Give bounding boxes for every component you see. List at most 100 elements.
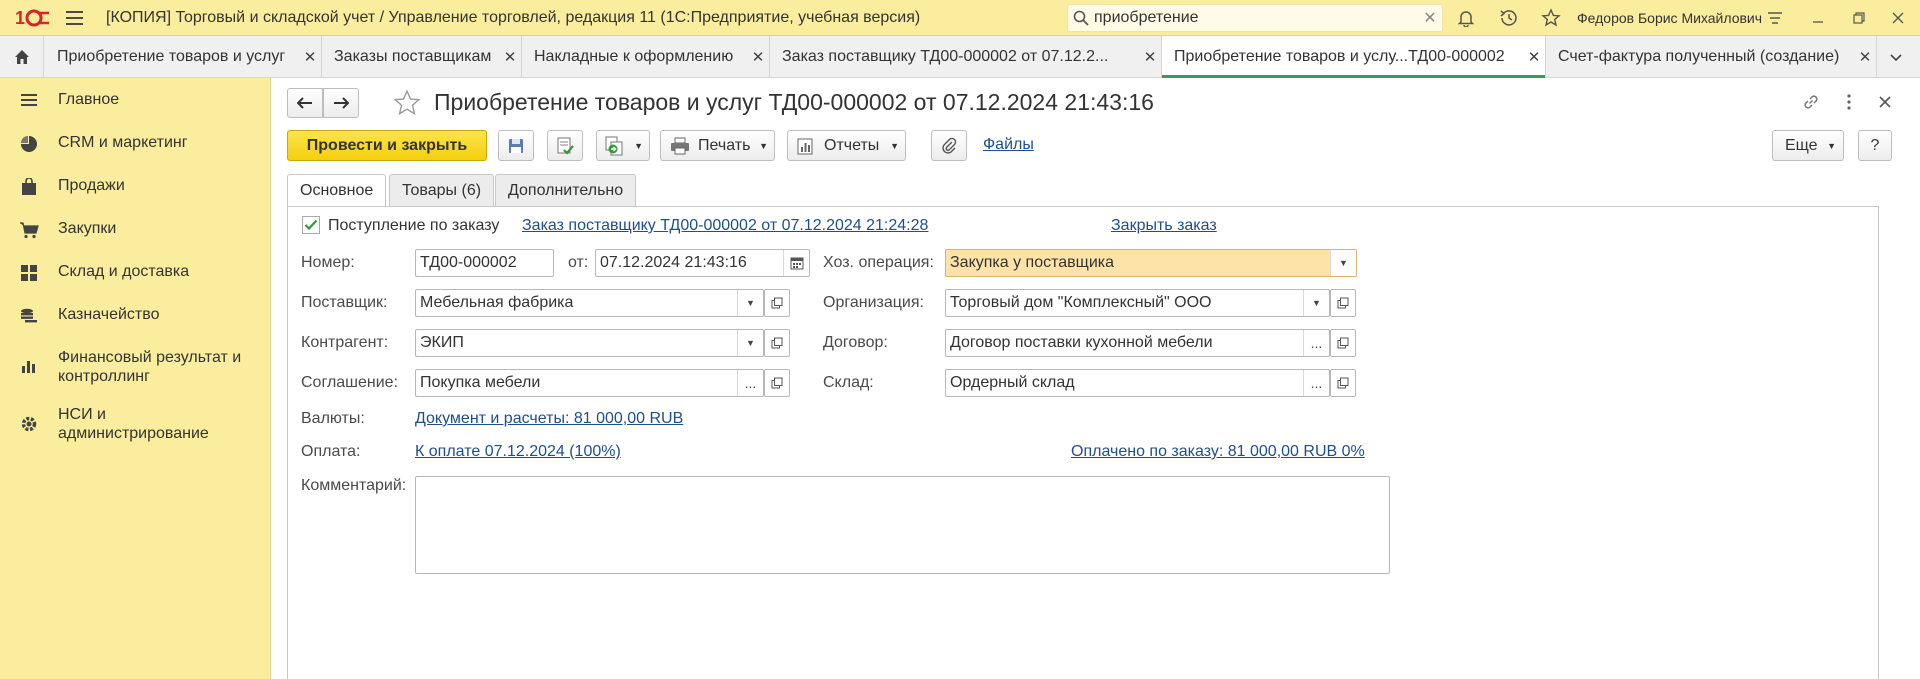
- back-button[interactable]: [287, 88, 323, 118]
- close-tab-icon[interactable]: ✕: [747, 48, 769, 66]
- section-treasury[interactable]: Казначейство: [0, 305, 271, 325]
- section-purchases[interactable]: Закупки: [0, 219, 271, 239]
- tab-label: Накладные к оформлению: [534, 47, 734, 65]
- close-window-icon[interactable]: [1884, 4, 1912, 32]
- open-organization-icon[interactable]: [1330, 289, 1356, 317]
- date-field[interactable]: 07.12.2024 21:43:16: [595, 249, 810, 277]
- window-tab-purchases-list[interactable]: Приобретение товаров и услуг ✕: [45, 36, 322, 77]
- settings-menu-icon[interactable]: [1761, 4, 1789, 32]
- select-ellipsis-icon[interactable]: ...: [1303, 330, 1329, 356]
- dropdown-arrow-icon[interactable]: ▼: [737, 290, 763, 316]
- payment-schedule-link[interactable]: К оплате 07.12.2024 (100%): [415, 443, 621, 461]
- agreement-value: Покупка мебели: [420, 374, 541, 391]
- save-button[interactable]: [498, 130, 534, 161]
- main-menu-icon[interactable]: [54, 0, 94, 36]
- more-actions-button[interactable]: Еще ▼: [1772, 130, 1844, 161]
- from-label: от:: [568, 254, 589, 271]
- favorite-star-icon[interactable]: [392, 88, 422, 118]
- forward-button[interactable]: [323, 88, 359, 118]
- agreement-field[interactable]: Покупка мебели ...: [415, 369, 764, 397]
- more-vertical-icon[interactable]: [1838, 91, 1860, 113]
- window-tab-purchase-document[interactable]: Приобретение товаров и услу...ТД00-00000…: [1162, 36, 1546, 78]
- window-tab-invoice-received[interactable]: Счет-фактура полученный (создание) ✕: [1546, 36, 1877, 77]
- paid-by-order-link[interactable]: Оплачено по заказу: 81 000,00 RUB 0%: [1071, 443, 1365, 461]
- counterparty-field[interactable]: ЭКИП ▼: [415, 329, 764, 357]
- close-form-icon[interactable]: [1874, 91, 1896, 113]
- 1c-logo[interactable]: 1: [10, 0, 54, 36]
- print-button[interactable]: Печать ▼: [660, 130, 775, 161]
- close-order-link[interactable]: Закрыть заказ: [1111, 217, 1217, 235]
- section-admin[interactable]: НСИ и администрирование: [0, 405, 271, 443]
- close-tab-icon[interactable]: ✕: [299, 48, 321, 66]
- post-document-icon: [557, 137, 574, 155]
- warehouse-value: Ордерный склад: [950, 374, 1075, 391]
- sections-panel: Главное CRM и маркетинг Продажи Закупки …: [0, 78, 271, 679]
- supplier-field[interactable]: Мебельная фабрика ▼: [415, 289, 764, 317]
- calendar-icon[interactable]: [783, 250, 809, 276]
- select-ellipsis-icon[interactable]: ...: [1303, 370, 1329, 396]
- search-input[interactable]: [1094, 9, 1418, 27]
- section-main[interactable]: Главное: [0, 90, 271, 109]
- warehouse-icon: [0, 262, 58, 282]
- arrow-left-icon: [297, 97, 312, 109]
- currency-settlements-link[interactable]: Документ и расчеты: 81 000,00 RUB: [415, 410, 683, 428]
- user-name[interactable]: Федоров Борис Михайлович: [1577, 10, 1762, 26]
- arrow-right-icon: [334, 97, 349, 109]
- supplier-value: Мебельная фабрика: [420, 294, 574, 311]
- dropdown-arrow-icon[interactable]: ▼: [1330, 250, 1356, 276]
- post-document-button[interactable]: [547, 130, 583, 161]
- help-button[interactable]: ?: [1858, 130, 1892, 161]
- tab-main[interactable]: Основное: [287, 174, 387, 207]
- organization-field[interactable]: Торговый дом "Комплексный" ООО ▼: [945, 289, 1330, 317]
- number-field[interactable]: ТД00-000002: [415, 249, 554, 277]
- open-counterparty-icon[interactable]: [764, 329, 790, 357]
- home-tab[interactable]: [0, 36, 44, 77]
- select-ellipsis-icon[interactable]: ...: [737, 370, 763, 396]
- section-warehouse[interactable]: Склад и доставка: [0, 262, 271, 282]
- close-tab-icon[interactable]: ✕: [499, 48, 521, 66]
- create-based-on-button[interactable]: ▼: [596, 130, 650, 161]
- dropdown-arrow-icon[interactable]: ▼: [737, 330, 763, 356]
- close-tab-icon[interactable]: ✕: [1139, 48, 1161, 66]
- bell-icon[interactable]: [1452, 4, 1480, 32]
- by-order-checkbox[interactable]: [302, 216, 320, 234]
- supplier-order-link[interactable]: Заказ поставщику ТД00-000002 от 07.12.20…: [522, 217, 928, 235]
- reports-button[interactable]: Отчеты ▼: [787, 130, 906, 161]
- window-tab-supplier-order[interactable]: Заказ поставщику ТД00-000002 от 07.12.2.…: [770, 36, 1162, 77]
- restore-window-icon[interactable]: [1845, 4, 1873, 32]
- open-supplier-icon[interactable]: [764, 289, 790, 317]
- warehouse-field[interactable]: Ордерный склад ...: [945, 369, 1330, 397]
- close-tab-icon[interactable]: ✕: [1854, 48, 1876, 66]
- section-crm[interactable]: CRM и маркетинг: [0, 133, 271, 153]
- contract-field[interactable]: Договор поставки кухонной мебели ...: [945, 329, 1330, 357]
- number-label: Номер:: [301, 254, 355, 271]
- link-icon[interactable]: [1800, 91, 1822, 113]
- comment-label: Комментарий:: [301, 477, 407, 494]
- open-warehouse-icon[interactable]: [1330, 369, 1356, 397]
- comment-textarea[interactable]: [415, 476, 1390, 574]
- post-and-close-button[interactable]: Провести и закрыть: [287, 130, 487, 161]
- operation-select[interactable]: Закупка у поставщика ▼: [945, 249, 1357, 277]
- tab-additional[interactable]: Дополнительно: [495, 174, 637, 206]
- open-contract-icon[interactable]: [1330, 329, 1356, 357]
- tab-goods[interactable]: Товары (6): [389, 174, 495, 206]
- window-tab-invoices-pending[interactable]: Накладные к оформлению ✕: [522, 36, 770, 77]
- clear-search-icon[interactable]: ✕: [1418, 8, 1442, 28]
- files-link[interactable]: Файлы: [983, 136, 1034, 154]
- section-financial-result[interactable]: Финансовый результат и контроллинг: [0, 348, 271, 386]
- section-sales[interactable]: Продажи: [0, 176, 271, 196]
- dropdown-arrow-icon[interactable]: ▼: [1303, 290, 1329, 316]
- operation-label: Хоз. операция:: [823, 254, 934, 271]
- window-tab-supplier-orders[interactable]: Заказы поставщикам ✕: [322, 36, 522, 77]
- agreement-label: Соглашение:: [301, 374, 399, 391]
- attach-file-button[interactable]: [931, 130, 967, 161]
- minimize-icon[interactable]: [1804, 4, 1832, 32]
- history-icon[interactable]: [1495, 4, 1523, 32]
- tabs-overflow-chevron-icon[interactable]: [1886, 48, 1906, 68]
- open-agreement-icon[interactable]: [764, 369, 790, 397]
- global-search[interactable]: ✕: [1067, 4, 1443, 32]
- currency-label: Валюты:: [301, 410, 365, 427]
- favorites-star-icon[interactable]: [1537, 4, 1565, 32]
- close-tab-icon[interactable]: ✕: [1523, 48, 1545, 66]
- tab-label: Заказ поставщику ТД00-000002 от 07.12.2.…: [782, 47, 1109, 65]
